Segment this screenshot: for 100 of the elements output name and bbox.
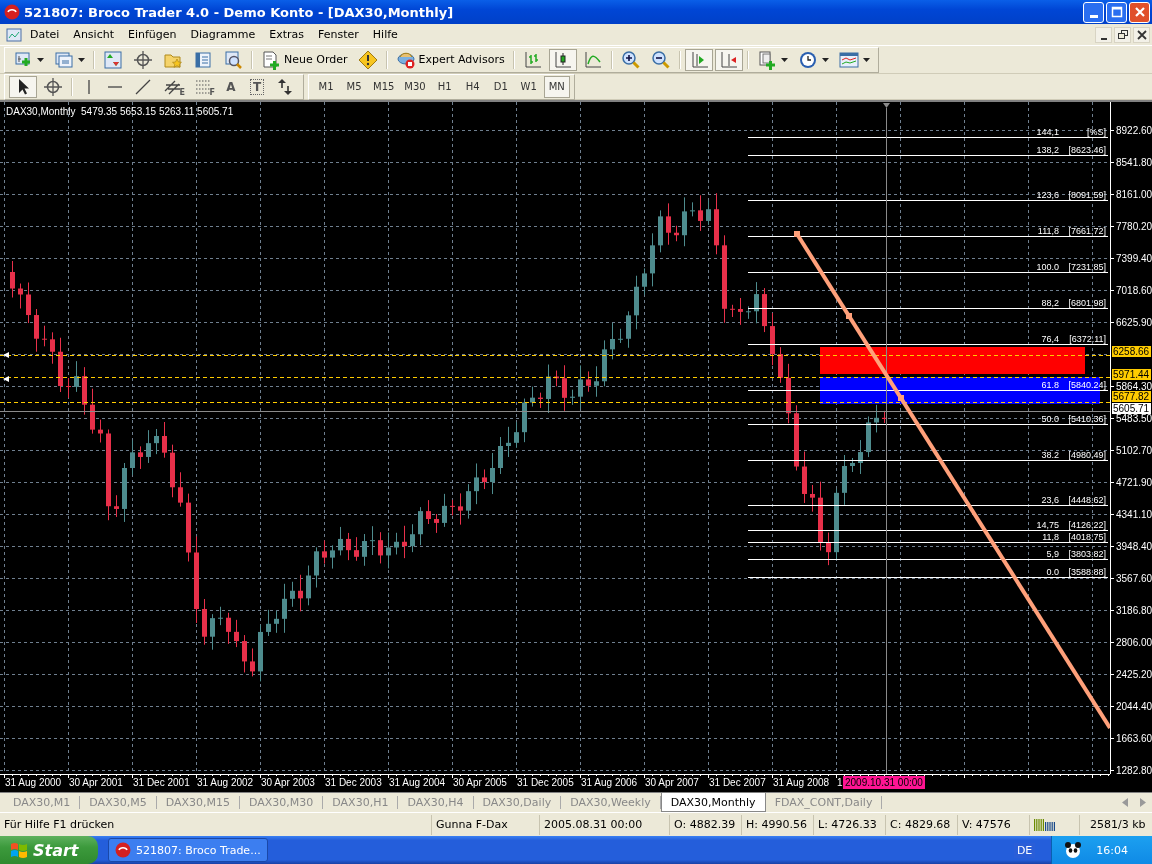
fibonacci-level: 76,4 [1041,334,1059,344]
price-axis-label: 5483.50 [1116,413,1152,424]
fibonacci-price: [7231.85] [1068,262,1106,272]
timeframe-button[interactable]: M30 [400,75,430,98]
arrows-window-icon [103,49,123,70]
bar-time: 2005.08.31 00:00 [540,814,670,835]
menu-item[interactable]: Extras [263,26,311,43]
scroll-right-icon [1140,798,1146,807]
price-axis-label: 3567.60 [1116,573,1152,584]
connection-bars-icon [1034,818,1056,831]
expert-advisors-button[interactable]: Expert Advisors [391,48,509,71]
caret-icon [780,57,788,62]
vertical-line-icon [88,79,90,94]
menu-item[interactable]: Einfügen [122,26,183,43]
crosshair-icon [133,49,153,70]
taskbar-window-button[interactable]: 521807: Broco Trade... [108,838,268,862]
level-marker-icon [3,376,9,382]
time-axis-label: 30 Apr 2005 [453,777,507,788]
fibonacci-level: 138,2 [1036,145,1059,155]
windows-flag-icon [10,841,28,859]
chart-shift-button[interactable] [714,48,743,71]
price-axis-label: 8541.80 [1116,157,1152,168]
timeframe-button[interactable]: M1 [313,75,339,98]
caret-icon [862,57,870,62]
price-axis-label: 5864.30 [1116,381,1152,392]
level-line[interactable] [0,377,1110,378]
time-axis-label: 31 Aug 2006 [581,777,638,788]
candlestick-button[interactable] [548,48,577,71]
fibonacci-price: [8091.59] [1068,190,1106,200]
channel-button[interactable]: E [159,75,187,98]
fibonacci-level-line[interactable] [747,236,1109,237]
close-price: C: 4829.68 [886,814,958,835]
fibonacci-price: [4448.62] [1068,495,1106,505]
menu-item[interactable]: Diagramme [184,26,262,43]
label-tool-button[interactable]: T [245,75,269,98]
timeframe-button[interactable]: M5 [341,75,367,98]
traffic-counter: 2581/3 kb [1089,817,1147,833]
restore-icon [1117,29,1128,40]
price-axis-label: 3186.80 [1116,605,1152,616]
price-axis-label: 2044.40 [1116,701,1152,712]
window-stack-icon [54,49,74,70]
minimize-icon [1089,14,1098,18]
start-button[interactable]: Start [0,836,98,864]
autoscroll-button[interactable] [684,48,713,71]
menu-item[interactable]: Hilfe [366,26,404,43]
time-axis-label: 31 Dec 2005 [517,777,574,788]
fibonacci-button[interactable]: F [189,75,217,98]
chart-tab[interactable]: DAX30,Monthly [660,793,766,812]
restore-button[interactable] [1114,26,1131,43]
text-tool-button[interactable]: A [219,75,243,98]
fibonacci-level: 14,75 [1036,520,1059,530]
new-order-button[interactable]: Neue Order [257,48,352,71]
price-tag: 5677.82 [1112,391,1151,402]
fibonacci-level: 38.2 [1041,450,1059,460]
time-axis-label: 30 Apr 2001 [69,777,123,788]
cursor-button[interactable] [9,75,37,98]
horizontal-line-icon [108,85,122,88]
time-axis-label: 30 Apr 2007 [645,777,699,788]
menu-item[interactable]: Datei [24,26,66,43]
caret-icon [821,57,829,62]
minimize-button[interactable] [1095,26,1112,43]
price-axis-label: 7399.40 [1116,253,1152,264]
fibonacci-level: 123,6 [1036,190,1059,200]
price-axis-label: 3948.40 [1116,541,1152,552]
fibonacci-price: [5410.36] [1068,414,1106,424]
timeframe-button[interactable]: D1 [487,75,514,98]
fibonacci-price: [%S] [1087,127,1106,137]
time-axis-label: 31 Aug 2004 [389,777,446,788]
fibonacci-level: 100.0 [1036,262,1059,272]
price-axis-label: 4721.90 [1116,477,1152,488]
chart-window-icon [6,26,22,43]
fibonacci-level: 5,9 [1046,549,1059,559]
scroll-left-icon [1122,798,1128,807]
caret-icon [78,57,85,62]
fibonacci-price: [3803.82] [1068,549,1106,559]
price-axis-label: 1663.60 [1116,733,1152,744]
level-line[interactable] [0,402,1110,403]
timeframe-button[interactable]: M15 [369,75,399,98]
timeframe-button[interactable]: H1 [431,75,458,98]
fibonacci-level: 23,6 [1041,495,1059,505]
menu-item[interactable]: Ansicht [67,26,120,43]
close-button[interactable] [1133,26,1150,43]
timeframe-button[interactable]: H4 [459,75,486,98]
profile-name: Gunna F-Dax [432,814,540,835]
fibonacci-level: 61.8 [1041,380,1059,390]
level-line[interactable] [0,355,1110,356]
timeframe-button[interactable]: W1 [515,75,542,98]
time-axis-label: 31 Dec 2003 [325,777,382,788]
language-indicator[interactable]: DE [1013,842,1036,858]
chart-header: DAX30,Monthly 5479.35 5653.15 5263.11 5605.71 [6,106,234,117]
fibonacci-level: 50.0 [1041,414,1059,424]
fibonacci-price: [6372.11] [1069,334,1106,344]
fibonacci-price: [4126.22] [1068,520,1106,530]
price-axis-label: 2806.00 [1116,637,1152,648]
candlestick-icon [552,49,573,70]
candlestick-chart[interactable] [0,102,1110,774]
fibonacci-price: [3588.88] [1068,567,1106,577]
menu-item[interactable]: Fenster [312,26,365,43]
timeframe-button[interactable]: MN [543,75,570,98]
maximize-button[interactable] [1106,1,1127,23]
